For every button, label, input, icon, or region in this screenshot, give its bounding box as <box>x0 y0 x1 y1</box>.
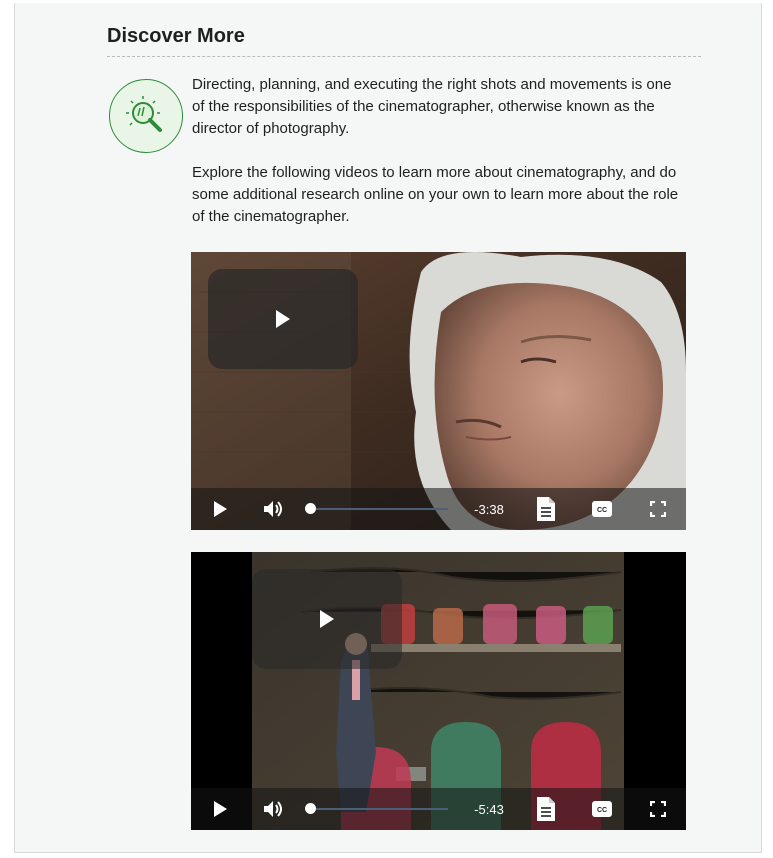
svg-text:CC: CC <box>597 807 607 814</box>
transcript-button[interactable] <box>531 788 561 830</box>
fullscreen-button[interactable] <box>643 788 673 830</box>
svg-text:CC: CC <box>597 507 607 514</box>
big-play-button[interactable] <box>208 269 358 369</box>
progress-slider[interactable] <box>305 488 449 530</box>
play-icon <box>214 501 227 517</box>
time-remaining: -5:43 <box>474 801 504 817</box>
progress-track <box>305 503 448 514</box>
play-icon <box>276 310 290 328</box>
play-button[interactable] <box>205 788 235 830</box>
volume-button[interactable] <box>259 788 289 830</box>
video-controls: -5:43 CC <box>191 788 686 830</box>
transcript-button[interactable] <box>531 488 561 530</box>
time-remaining: -3:38 <box>474 501 504 517</box>
progress-slider[interactable] <box>305 788 449 830</box>
transcript-icon <box>537 797 555 821</box>
section-title: Discover More <box>107 25 245 47</box>
video-player-2[interactable]: -5:43 CC <box>191 552 686 830</box>
explore-paragraph: Explore the following videos to learn mo… <box>192 164 679 225</box>
transcript-icon <box>537 497 555 521</box>
big-play-button[interactable] <box>252 569 402 669</box>
volume-icon <box>264 801 282 817</box>
closed-captions-icon: CC <box>592 501 612 517</box>
progress-handle[interactable] <box>305 803 316 814</box>
section-divider <box>107 56 701 57</box>
play-icon <box>214 801 227 817</box>
volume-icon <box>264 501 282 517</box>
captions-button[interactable]: CC <box>587 488 617 530</box>
progress-handle[interactable] <box>305 503 316 514</box>
closed-captions-icon: CC <box>592 801 612 817</box>
video-player-1[interactable]: -3:38 CC <box>191 252 686 530</box>
video-controls: -3:38 CC <box>191 488 686 530</box>
play-icon <box>320 610 334 628</box>
progress-track <box>305 803 448 814</box>
intro-paragraph: Directing, planning, and executing the r… <box>192 76 672 137</box>
captions-button[interactable]: CC <box>587 788 617 830</box>
fullscreen-button[interactable] <box>643 488 673 530</box>
volume-button[interactable] <box>259 488 289 530</box>
fullscreen-icon <box>650 501 666 517</box>
magnifier-lightbulb-icon <box>109 79 183 153</box>
play-button[interactable] <box>205 488 235 530</box>
fullscreen-icon <box>650 801 666 817</box>
